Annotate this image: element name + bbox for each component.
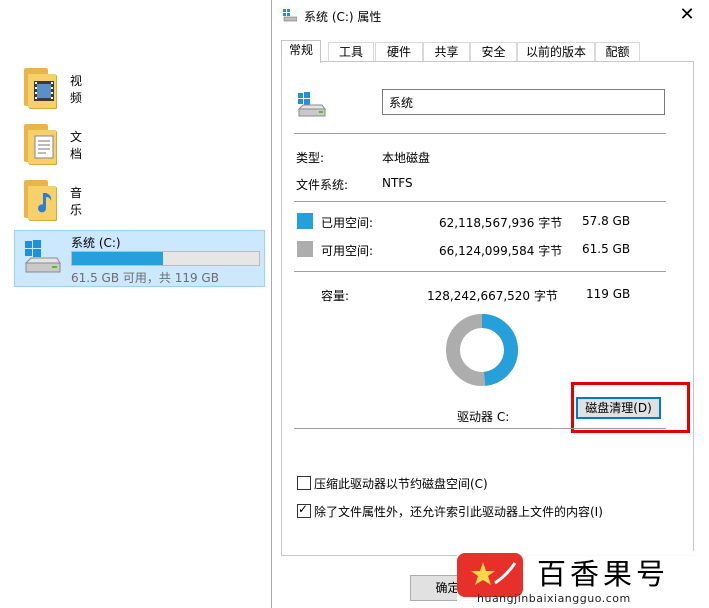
tab-general[interactable]: 常规 bbox=[281, 40, 321, 63]
drive-icon bbox=[24, 240, 61, 273]
folder-label: 文档 bbox=[70, 130, 83, 161]
free-space-swatch bbox=[297, 241, 313, 257]
divider bbox=[294, 428, 666, 429]
close-button[interactable]: ✕ bbox=[664, 0, 709, 32]
drive-letter-label: 驱动器 C: bbox=[457, 410, 510, 424]
watermark-logo bbox=[457, 553, 523, 597]
free-space-size: 61.5 GB bbox=[582, 242, 631, 256]
watermark-text: 百香果号 bbox=[537, 557, 670, 591]
tab-hardware[interactable]: 硬件 bbox=[375, 42, 423, 62]
index-content-label: 除了文件属性外，还允许索引此驱动器上文件的内容(I) bbox=[314, 505, 603, 519]
divider bbox=[294, 201, 666, 202]
tab-previous-versions[interactable]: 以前的版本 bbox=[517, 42, 595, 62]
disk-cleanup-button[interactable]: 磁盘清理(D) bbox=[576, 397, 661, 419]
tab-sharing[interactable]: 共享 bbox=[423, 42, 470, 62]
drive-icon bbox=[283, 9, 297, 22]
disk-usage-donut bbox=[446, 314, 518, 386]
capacity-bytes: 128,242,667,520 字节 bbox=[427, 289, 558, 303]
tab-security[interactable]: 安全 bbox=[470, 42, 517, 62]
used-space-swatch bbox=[297, 213, 313, 229]
capacity-label: 容量: bbox=[321, 289, 350, 303]
divider bbox=[294, 133, 666, 134]
general-tab-panel: 类型: 本地磁盘 文件系统: NTFS 已用空间: 62,118,567,936… bbox=[281, 61, 694, 556]
used-space-label: 已用空间: bbox=[321, 216, 374, 230]
title-bar[interactable]: 系统 (C:) 属性 ✕ bbox=[272, 0, 709, 32]
explorer-pane: 视频 文档 音乐 系统 (C:) 61.5 GB 可用，共 119 GB bbox=[0, 0, 272, 608]
filesystem-value: NTFS bbox=[382, 176, 413, 190]
compress-drive-label: 压缩此驱动器以节约磁盘空间(C) bbox=[314, 477, 488, 491]
drive-usage-bar bbox=[71, 251, 260, 266]
documents-folder-icon bbox=[22, 122, 60, 166]
used-space-size: 57.8 GB bbox=[582, 214, 631, 228]
free-space-bytes: 66,124,099,584 字节 bbox=[439, 244, 563, 258]
watermark-url: huangjinbaixiangguo.com bbox=[477, 592, 631, 605]
index-content-checkbox[interactable] bbox=[297, 502, 311, 518]
drive-usage-fill bbox=[72, 252, 163, 265]
music-folder-icon bbox=[22, 178, 60, 222]
type-value: 本地磁盘 bbox=[382, 151, 431, 165]
volume-name-input[interactable] bbox=[382, 89, 665, 115]
used-space-bytes: 62,118,567,936 字节 bbox=[439, 216, 563, 230]
free-space-label: 可用空间: bbox=[321, 244, 374, 258]
folder-label: 视频 bbox=[70, 74, 83, 105]
type-label: 类型: bbox=[296, 151, 325, 165]
drive-item-c[interactable]: 系统 (C:) 61.5 GB 可用，共 119 GB bbox=[14, 230, 265, 287]
dialog-title: 系统 (C:) 属性 bbox=[304, 10, 382, 24]
filesystem-label: 文件系统: bbox=[296, 178, 349, 192]
compress-drive-checkbox[interactable] bbox=[297, 476, 311, 490]
drive-space-info: 61.5 GB 可用，共 119 GB bbox=[71, 271, 219, 285]
tab-tools[interactable]: 工具 bbox=[328, 42, 374, 62]
divider bbox=[294, 271, 666, 272]
capacity-size: 119 GB bbox=[586, 287, 631, 301]
video-folder-icon bbox=[22, 66, 60, 110]
drive-name: 系统 (C:) bbox=[71, 236, 121, 250]
drive-properties-dialog: 系统 (C:) 属性 ✕ 常规 工具 硬件 共享 安全 以前的版本 配额 类型:… bbox=[271, 0, 709, 608]
drive-icon bbox=[297, 92, 326, 117]
folder-label: 音乐 bbox=[70, 186, 83, 217]
tab-quota[interactable]: 配额 bbox=[595, 42, 640, 62]
watermark: 百香果号 huangjinbaixiangguo.com bbox=[457, 551, 697, 606]
